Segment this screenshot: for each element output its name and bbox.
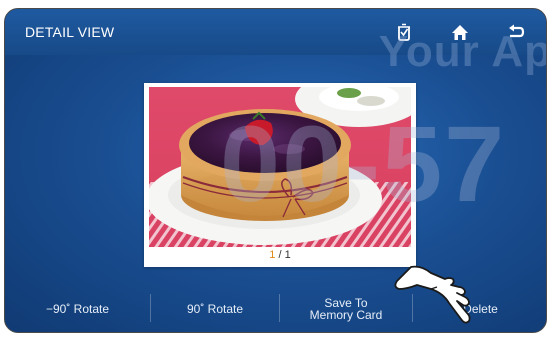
counter-total: 1 [284, 249, 291, 261]
counter-separator: / [275, 249, 285, 261]
rotate-left-button[interactable]: −90˚ Rotate [5, 286, 150, 332]
photo-image[interactable] [149, 87, 411, 247]
pointing-hand-icon [391, 259, 481, 329]
photo-frame[interactable]: 1 / 1 [144, 83, 416, 267]
image-counter: 1 / 1 [144, 249, 416, 261]
detail-view-screen: DETAIL VIEW Your Ap 1 / 1 00-57 −90˚ Rot… [4, 8, 547, 333]
page-title: DETAIL VIEW [25, 24, 115, 40]
back-icon[interactable] [505, 21, 527, 43]
title-bar: DETAIL VIEW [5, 9, 546, 55]
home-icon[interactable] [449, 21, 471, 43]
gallery-icon[interactable] [393, 21, 415, 43]
rotate-right-button[interactable]: 90˚ Rotate [151, 286, 279, 332]
